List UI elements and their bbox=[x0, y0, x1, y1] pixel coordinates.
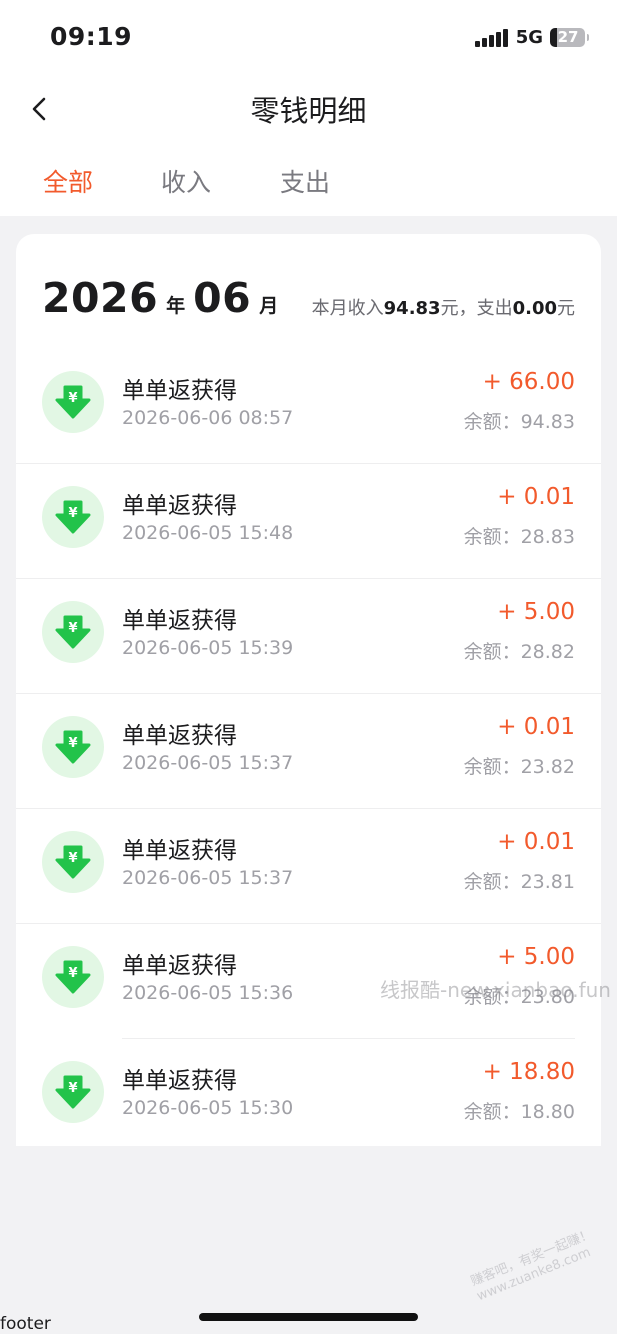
yuan-download-icon: ¥ bbox=[42, 716, 104, 778]
svg-text:¥: ¥ bbox=[68, 621, 77, 636]
transaction-time: 2026-06-05 15:48 bbox=[122, 522, 294, 544]
watermark-text: 线报酷-new.xianbao.fun bbox=[380, 978, 611, 1002]
expense-total: 0.00 bbox=[512, 298, 557, 319]
tab-bar: 全部 收入 支出 bbox=[0, 163, 617, 203]
svg-text:¥: ¥ bbox=[68, 506, 77, 521]
transaction-time: 2026-06-05 15:36 bbox=[122, 982, 294, 1004]
transaction-amount: + 5.00 bbox=[497, 599, 575, 625]
svg-text:¥: ¥ bbox=[68, 851, 77, 866]
top-panel: 09:19 5G 27 零钱明细 全部 收入 支出 bbox=[0, 0, 617, 216]
transaction-balance: 余额：28.82 bbox=[463, 641, 575, 663]
svg-text:¥: ¥ bbox=[68, 966, 77, 981]
month-unit: 月 bbox=[259, 295, 279, 317]
transaction-time: 2026-06-05 15:37 bbox=[122, 867, 294, 889]
tab-income[interactable]: 收入 bbox=[161, 163, 211, 199]
income-prefix: 本月收入 bbox=[311, 298, 384, 319]
transaction-balance: 余额：28.83 bbox=[463, 526, 575, 548]
status-time: 09:19 bbox=[50, 22, 133, 51]
month-summary: 本月收入94.83元，支出0.00元 bbox=[312, 294, 575, 320]
yuan-download-icon: ¥ bbox=[42, 601, 104, 663]
transaction-name: 单单返获得 bbox=[122, 1068, 237, 1094]
tab-expense[interactable]: 支出 bbox=[280, 163, 330, 199]
transaction-balance: 余额：94.83 bbox=[463, 411, 575, 433]
yuan-download-icon: ¥ bbox=[42, 486, 104, 548]
footer-label: footer bbox=[0, 1314, 51, 1334]
transaction-row[interactable]: ¥ 单单返获得 2026-06-05 15:48 + 0.01 余额：28.83 bbox=[16, 464, 601, 579]
transaction-amount: + 66.00 bbox=[482, 369, 575, 395]
page-title: 零钱明细 bbox=[250, 94, 367, 128]
transaction-time: 2026-06-05 15:37 bbox=[122, 752, 294, 774]
yuan-download-icon: ¥ bbox=[42, 371, 104, 433]
transaction-row[interactable]: ¥ 单单返获得 2026-06-05 15:37 + 0.01 余额：23.82 bbox=[16, 694, 601, 809]
transaction-balance: 余额：18.80 bbox=[463, 1101, 575, 1123]
home-indicator[interactable] bbox=[199, 1313, 418, 1321]
transaction-row[interactable]: ¥ 单单返获得 2026-06-05 15:37 + 0.01 余额：23.81 bbox=[16, 809, 601, 924]
expense-suffix: 元 bbox=[557, 298, 575, 319]
year-value: 2026 bbox=[42, 274, 159, 322]
status-indicators: 5G 27 bbox=[474, 27, 589, 48]
transaction-amount: + 0.01 bbox=[497, 714, 575, 740]
income-suffix: 元，支出 bbox=[440, 298, 513, 319]
svg-text:¥: ¥ bbox=[68, 1081, 77, 1096]
battery-icon: 27 bbox=[550, 28, 585, 47]
site-stamp: 赚客吧，有奖一起赚！ www.zuanke8.com bbox=[469, 1227, 602, 1305]
battery-cap bbox=[587, 34, 589, 41]
year-unit: 年 bbox=[166, 295, 186, 317]
transaction-amount: + 0.01 bbox=[497, 829, 575, 855]
transaction-name: 单单返获得 bbox=[122, 493, 237, 519]
month-value: 06 bbox=[193, 274, 252, 322]
svg-text:¥: ¥ bbox=[68, 391, 77, 406]
transaction-time: 2026-06-05 15:39 bbox=[122, 637, 294, 659]
svg-text:¥: ¥ bbox=[68, 736, 77, 751]
transaction-row[interactable]: ¥ 单单返获得 2026-06-05 15:30 + 18.80 余额：18.80 bbox=[16, 1039, 601, 1154]
transaction-balance: 余额：23.82 bbox=[463, 756, 575, 778]
transaction-name: 单单返获得 bbox=[122, 953, 237, 979]
transaction-name: 单单返获得 bbox=[122, 378, 237, 404]
yuan-download-icon: ¥ bbox=[42, 831, 104, 893]
signal-icon bbox=[474, 28, 508, 47]
income-total: 94.83 bbox=[383, 298, 441, 319]
transaction-amount: + 18.80 bbox=[482, 1059, 575, 1085]
network-type: 5G bbox=[515, 27, 543, 48]
transaction-name: 单单返获得 bbox=[122, 838, 237, 864]
transaction-row[interactable]: ¥ 单单返获得 2026-06-06 08:57 + 66.00 余额：94.83 bbox=[16, 349, 601, 464]
tab-all[interactable]: 全部 bbox=[43, 163, 93, 199]
month-heading: 2026 年 06 月 bbox=[42, 274, 286, 322]
battery-level: 27 bbox=[557, 28, 579, 46]
transaction-card: 2026 年 06 月 本月收入94.83元，支出0.00元 ¥ 单单返获得 202… bbox=[16, 234, 601, 1146]
yuan-download-icon: ¥ bbox=[42, 1061, 104, 1123]
transaction-time: 2026-06-06 08:57 bbox=[122, 407, 294, 429]
yuan-download-icon: ¥ bbox=[42, 946, 104, 1008]
transaction-name: 单单返获得 bbox=[122, 608, 237, 634]
transaction-balance: 余额：23.81 bbox=[463, 871, 575, 893]
transaction-amount: + 5.00 bbox=[497, 944, 575, 970]
transaction-amount: + 0.01 bbox=[497, 484, 575, 510]
transaction-row[interactable]: ¥ 单单返获得 2026-06-05 15:39 + 5.00 余额：28.82 bbox=[16, 579, 601, 694]
transaction-time: 2026-06-05 15:30 bbox=[122, 1097, 294, 1119]
transaction-name: 单单返获得 bbox=[122, 723, 237, 749]
